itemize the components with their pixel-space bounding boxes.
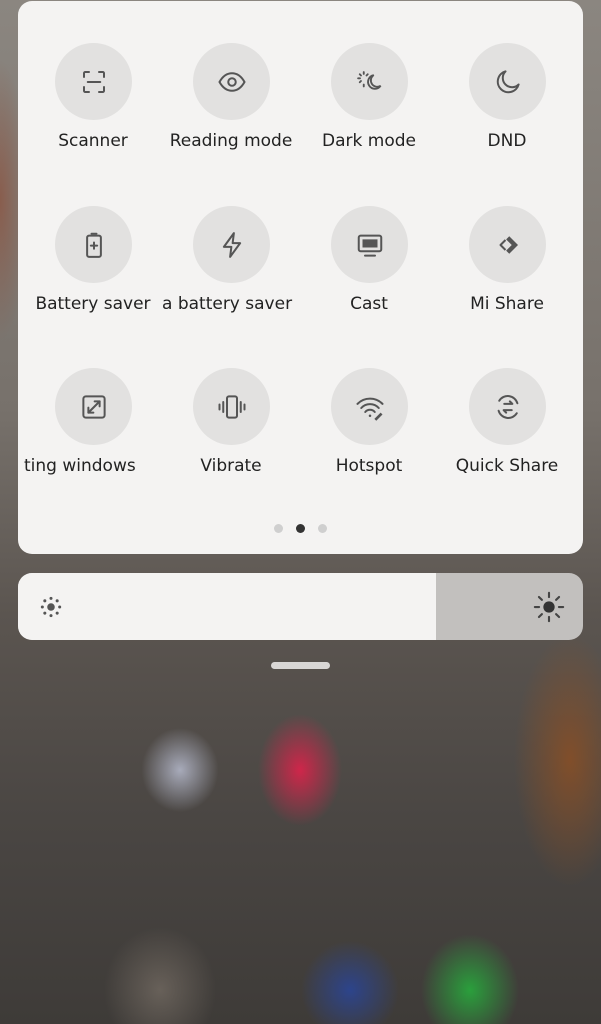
page-indicator bbox=[18, 524, 583, 533]
tile-label-dark-mode: Dark mode bbox=[322, 131, 416, 151]
scanner-icon bbox=[82, 70, 105, 93]
tile-ultra-battery-saver[interactable]: a battery saver bbox=[162, 166, 300, 314]
mi-share-icon bbox=[499, 235, 518, 254]
tile-dnd[interactable]: DND bbox=[438, 3, 576, 151]
tile-label-quick-share: Quick Share bbox=[455, 456, 559, 476]
dark-mode-toggle[interactable] bbox=[331, 43, 408, 120]
tile-label-hotspot: Hotspot bbox=[335, 456, 403, 476]
panel-drag-handle[interactable] bbox=[271, 662, 330, 669]
vibrate-icon bbox=[218, 394, 245, 419]
floating-windows-toggle[interactable] bbox=[55, 368, 132, 445]
tile-reading-mode[interactable]: Reading mode bbox=[162, 3, 300, 151]
tile-vibrate[interactable]: Vibrate bbox=[162, 328, 300, 476]
vibrate-toggle[interactable] bbox=[193, 368, 270, 445]
tile-label-cast: Cast bbox=[350, 294, 388, 314]
tile-label-scanner: Scanner bbox=[58, 131, 128, 151]
tile-label-reading-mode: Reading mode bbox=[169, 131, 293, 151]
moon-icon bbox=[496, 69, 520, 93]
page-dot[interactable] bbox=[296, 524, 305, 533]
battery-saver-toggle[interactable] bbox=[55, 206, 132, 283]
tile-label-mi-share: Mi Share bbox=[470, 294, 544, 314]
floating-window-icon bbox=[81, 394, 106, 419]
brightness-slider[interactable] bbox=[18, 573, 583, 640]
quick-share-toggle[interactable] bbox=[469, 368, 546, 445]
tile-label-ultra-battery-saver: a battery saver bbox=[162, 294, 293, 314]
brightness-high-icon bbox=[533, 591, 565, 623]
page-dot[interactable] bbox=[274, 524, 283, 533]
tile-cast[interactable]: Cast bbox=[300, 166, 438, 314]
page-dot[interactable] bbox=[318, 524, 327, 533]
tile-label-vibrate: Vibrate bbox=[200, 456, 262, 476]
ultra-battery-saver-toggle[interactable] bbox=[193, 206, 270, 283]
brightness-low-icon bbox=[40, 596, 62, 618]
eye-icon bbox=[217, 71, 246, 92]
tile-floating-windows[interactable]: ting windows bbox=[24, 328, 162, 476]
monitor-icon bbox=[357, 234, 382, 257]
dnd-toggle[interactable] bbox=[469, 43, 546, 120]
tile-quick-share[interactable]: Quick Share bbox=[438, 328, 576, 476]
tile-hotspot[interactable]: Hotspot bbox=[300, 328, 438, 476]
hotspot-toggle[interactable] bbox=[331, 368, 408, 445]
tile-label-battery-saver: Battery saver bbox=[35, 294, 151, 314]
lightning-icon bbox=[222, 231, 241, 258]
battery-icon bbox=[85, 232, 102, 258]
tile-label-floating-windows: ting windows bbox=[24, 456, 136, 476]
cast-toggle[interactable] bbox=[331, 206, 408, 283]
brightness-level-fill bbox=[18, 573, 437, 640]
tile-dark-mode[interactable]: Dark mode bbox=[300, 3, 438, 151]
dark-mode-icon bbox=[356, 70, 381, 90]
scanner-toggle[interactable] bbox=[55, 43, 132, 120]
tile-mi-share[interactable]: Mi Share bbox=[438, 166, 576, 314]
tile-battery-saver[interactable]: Battery saver bbox=[24, 166, 162, 314]
mi-share-toggle[interactable] bbox=[469, 206, 546, 283]
hotspot-icon bbox=[356, 397, 383, 421]
quick-settings-panel: Scanner Reading mode Dark mode DND Batte… bbox=[18, 1, 583, 554]
tile-scanner[interactable]: Scanner bbox=[24, 3, 162, 151]
reading-mode-toggle[interactable] bbox=[193, 43, 270, 120]
tile-label-dnd: DND bbox=[487, 131, 527, 151]
quick-share-icon bbox=[497, 394, 518, 419]
